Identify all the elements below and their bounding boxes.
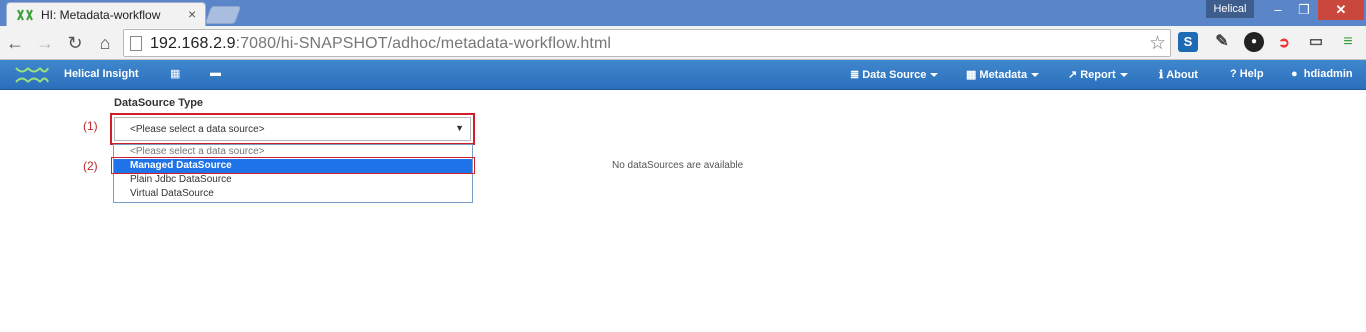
caret-down-icon bbox=[930, 73, 939, 78]
url-text[interactable]: 192.168.2.9:7080/hi-SNAPSHOT/adhoc/metad… bbox=[150, 35, 611, 53]
annotation-2: (2) bbox=[83, 159, 98, 173]
option-annotation-frame bbox=[111, 157, 475, 174]
menu-report-label: Report bbox=[1080, 69, 1116, 81]
datasource-type-select[interactable]: <Please select a data source> ▼ bbox=[114, 117, 471, 141]
page-icon bbox=[130, 36, 142, 51]
question-icon: ? bbox=[1230, 68, 1237, 80]
chart-icon: ↗ bbox=[1068, 69, 1078, 81]
menu-report[interactable]: ↗ Report bbox=[1068, 68, 1128, 81]
menu-data-source[interactable]: ≣ Data Source bbox=[850, 68, 939, 81]
menu-data-source-label: Data Source bbox=[862, 69, 927, 81]
chrome-menu-icon[interactable]: ≡ bbox=[1338, 32, 1358, 52]
table-icon: ▦ bbox=[966, 69, 977, 81]
bookmark-star-icon[interactable]: ☆ bbox=[1149, 32, 1166, 55]
profile-button[interactable]: Helical bbox=[1206, 0, 1254, 18]
datasource-type-label: DataSource Type bbox=[114, 97, 204, 109]
helical-logo-icon[interactable] bbox=[14, 66, 50, 84]
minimize-button[interactable]: – bbox=[1264, 0, 1292, 20]
caret-down-icon bbox=[1031, 73, 1040, 78]
eyedropper-icon[interactable]: ✎ bbox=[1212, 32, 1232, 52]
new-tab-button[interactable] bbox=[204, 6, 242, 24]
address-bar[interactable]: 192.168.2.9:7080/hi-SNAPSHOT/adhoc/metad… bbox=[123, 29, 1171, 57]
menu-user[interactable]: ● hdiadmin bbox=[1291, 68, 1353, 80]
forward-icon[interactable]: → bbox=[34, 32, 56, 54]
info-icon: ℹ bbox=[1159, 69, 1164, 81]
menu-about[interactable]: ℹ About bbox=[1159, 68, 1198, 81]
browser-toolbar: ← → ↻ ⌂ 192.168.2.9:7080/hi-SNAPSHOT/adh… bbox=[0, 26, 1366, 60]
tab-close-icon[interactable]: × bbox=[188, 6, 196, 22]
red-extension-icon[interactable]: ➲ bbox=[1274, 32, 1294, 52]
select-value: <Please select a data source> bbox=[130, 124, 265, 135]
annotation-1: (1) bbox=[83, 119, 98, 133]
dropdown-arrow-icon[interactable]: ▼ bbox=[455, 123, 464, 133]
database-icon: ≣ bbox=[850, 69, 860, 81]
url-path: :7080/hi-SNAPSHOT/adhoc/metadata-workflo… bbox=[235, 35, 612, 52]
extension-s-icon[interactable]: S bbox=[1178, 32, 1198, 52]
menu-metadata[interactable]: ▦ Metadata bbox=[966, 68, 1040, 81]
menu-user-label: hdiadmin bbox=[1303, 68, 1353, 80]
browser-titlebar: HI: Metadata-workflow × Helical – ❐ ✕ bbox=[0, 0, 1366, 26]
url-host: 192.168.2.9 bbox=[150, 35, 236, 52]
browser-tab[interactable]: HI: Metadata-workflow × bbox=[6, 2, 206, 26]
menu-metadata-label: Metadata bbox=[979, 69, 1028, 81]
menu-about-label: About bbox=[1166, 69, 1198, 81]
back-icon[interactable]: ← bbox=[4, 32, 26, 54]
camera-extension-icon[interactable]: ● bbox=[1244, 32, 1264, 52]
menu-help-label: Help bbox=[1239, 68, 1264, 80]
home-icon[interactable]: ⌂ bbox=[94, 32, 116, 54]
app-navbar: Helical Insight ▦ ▬ ≣ Data Source ▦ Metada… bbox=[0, 60, 1366, 90]
brand-name[interactable]: Helical Insight bbox=[64, 68, 139, 80]
user-icon: ● bbox=[1291, 68, 1298, 80]
close-window-button[interactable]: ✕ bbox=[1318, 0, 1364, 20]
option-plain-jdbc-datasource[interactable]: Plain Jdbc DataSource bbox=[114, 173, 472, 187]
grid-icon[interactable]: ▦ bbox=[170, 67, 180, 80]
caret-down-icon bbox=[1119, 73, 1128, 78]
maximize-button[interactable]: ❐ bbox=[1290, 0, 1318, 20]
folder-icon[interactable]: ▬ bbox=[210, 67, 221, 79]
reload-icon[interactable]: ↻ bbox=[64, 32, 86, 54]
tab-title: HI: Metadata-workflow bbox=[41, 8, 161, 22]
empty-datasources-message: No dataSources are available bbox=[612, 160, 744, 171]
option-virtual-datasource[interactable]: Virtual DataSource bbox=[114, 187, 472, 201]
cast-icon[interactable]: ▭ bbox=[1306, 32, 1326, 52]
helical-favicon-icon bbox=[17, 9, 33, 21]
menu-help[interactable]: ? Help bbox=[1230, 68, 1264, 80]
